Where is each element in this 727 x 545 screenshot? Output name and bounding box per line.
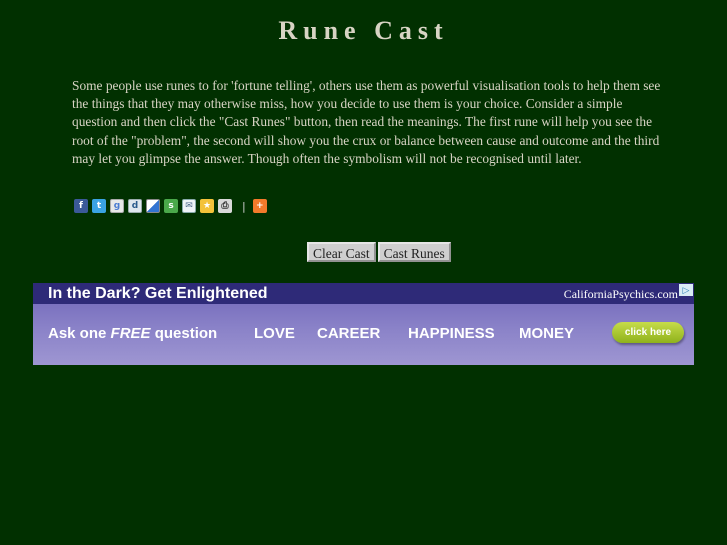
favorites-icon[interactable]: ★ bbox=[200, 199, 214, 213]
page-title: Rune Cast bbox=[278, 16, 449, 45]
cast-runes-button[interactable]: Cast Runes bbox=[377, 242, 451, 262]
digg-icon[interactable]: d bbox=[128, 199, 142, 213]
ad-click-here-button[interactable]: click here bbox=[612, 322, 684, 343]
ad-free-emphasis: FREE bbox=[110, 325, 151, 342]
share-toolbar: f t g d s ✉ ★ ⎙ | + bbox=[74, 198, 271, 214]
ad-category-money: MONEY bbox=[519, 325, 575, 342]
google-bookmark-icon[interactable]: g bbox=[110, 199, 124, 213]
adchoices-icon[interactable]: ▷ bbox=[679, 284, 693, 296]
cast-controls: Clear Cast Cast Runes bbox=[307, 242, 451, 262]
intro-paragraph: Some people use runes to for 'fortune te… bbox=[72, 78, 661, 166]
advertisement-banner[interactable]: In the Dark? Get Enlightened CaliforniaP… bbox=[33, 283, 694, 365]
ad-headline: In the Dark? Get Enlightened bbox=[48, 285, 268, 302]
ad-category-career: CAREER bbox=[317, 325, 381, 342]
more-share-icon[interactable]: + bbox=[252, 199, 267, 213]
facebook-icon[interactable]: f bbox=[74, 199, 88, 213]
ad-category-love: LOVE bbox=[254, 325, 295, 342]
clear-cast-button[interactable]: Clear Cast bbox=[307, 242, 376, 262]
share-separator: | bbox=[242, 199, 246, 213]
print-icon[interactable]: ⎙ bbox=[218, 199, 232, 213]
email-icon[interactable]: ✉ bbox=[182, 199, 196, 213]
ad-category-happiness: HAPPINESS bbox=[408, 325, 495, 342]
ad-ask-text: Ask one FREE question bbox=[48, 325, 218, 342]
ad-brand: CaliforniaPsychics.com bbox=[563, 287, 678, 301]
stumbleupon-icon[interactable]: s bbox=[164, 199, 178, 213]
twitter-icon[interactable]: t bbox=[92, 199, 106, 213]
delicious-icon[interactable] bbox=[146, 199, 160, 213]
